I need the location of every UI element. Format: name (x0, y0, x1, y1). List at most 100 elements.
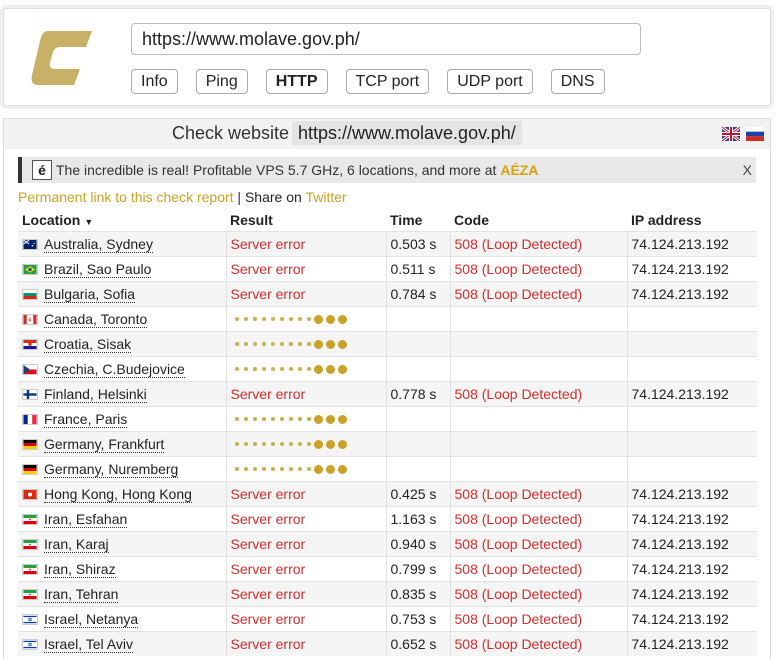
country-flag-icon (22, 463, 38, 475)
location-link[interactable]: Croatia, Sisak (44, 336, 132, 353)
code-cell: 508 (Loop Detected) (450, 556, 628, 582)
location-link[interactable]: Germany, Frankfurt (44, 436, 165, 453)
location-cell: Iran, Karaj (18, 531, 227, 557)
loading-dot-icon (288, 442, 293, 446)
time-cell: 0.425 s (386, 481, 451, 507)
loading-dot-icon (337, 314, 347, 324)
time-cell: 0.753 s (386, 606, 451, 632)
location-link[interactable]: Germany, Nuremberg (44, 461, 179, 478)
ip-cell (627, 406, 757, 432)
time-cell (386, 431, 451, 457)
loading-dot-icon (279, 342, 284, 346)
column-header-time: Time (390, 212, 423, 228)
location-link[interactable]: Australia, Sydney (44, 236, 153, 253)
result-cell: Server error (226, 556, 387, 582)
location-link[interactable]: Brazil, Sao Paulo (44, 261, 152, 278)
location-link[interactable]: Bulgaria, Sofia (44, 286, 136, 303)
site-logo[interactable] (30, 27, 94, 89)
time-cell (386, 356, 451, 382)
result-cell: Server error (226, 581, 387, 607)
loading-dot-icon (306, 317, 311, 321)
checked-url: https://www.molave.gov.ph/ (292, 121, 522, 145)
table-row: Iran, Tehran Server error 0.835 s 508 (Loop… (18, 581, 757, 607)
result-cell (226, 331, 387, 357)
table-row: Iran, Esfahan Server error 1.163 s 508 (Loo… (18, 506, 757, 532)
location-link[interactable]: Iran, Tehran (44, 586, 119, 603)
ad-brand[interactable]: AÉZA (500, 162, 538, 178)
column-header-location[interactable]: Location ▼ (18, 209, 226, 232)
location-cell: Iran, Esfahan (18, 506, 227, 532)
table-row: France, Paris (18, 406, 757, 432)
location-link[interactable]: Iran, Shiraz (44, 561, 116, 578)
report-links: Permanent link to this check report | Sh… (18, 189, 347, 205)
tab-info[interactable]: Info (131, 69, 178, 94)
location-link[interactable]: Czechia, C.Budejovice (44, 361, 185, 378)
table-row: Brazil, Sao Paulo Server error 0.511 s 508 … (18, 256, 757, 282)
table-row: Hong Kong, Hong Kong Server error 0.425 s5… (18, 481, 757, 507)
loading-dot-icon (325, 414, 335, 424)
tab-http[interactable]: HTTP (265, 69, 328, 94)
country-flag-icon (22, 563, 38, 575)
ip-cell: 74.124.213.192 (627, 281, 757, 307)
location-link[interactable]: Iran, Karaj (44, 536, 109, 553)
ad-close-button[interactable]: X (743, 157, 752, 183)
loading-dot-icon (261, 442, 266, 446)
table-row: Australia, Sydney Server error 0.503 s 508 … (18, 231, 757, 257)
loading-dot-icon (337, 439, 347, 449)
location-cell: Hong Kong, Hong Kong (18, 481, 227, 507)
loading-dot-icon (243, 442, 248, 446)
loading-dot-icon (261, 342, 266, 346)
country-flag-icon (22, 613, 38, 625)
loading-dot-icon (252, 367, 257, 371)
page-title: Check website (172, 123, 290, 143)
tab-ping[interactable]: Ping (195, 69, 248, 94)
location-cell: Brazil, Sao Paulo (18, 256, 227, 282)
loading-dot-icon (243, 467, 248, 471)
english-flag-icon[interactable] (722, 127, 740, 141)
ip-cell (627, 331, 757, 357)
check-type-tabs: Info Ping HTTP TCP port UDP port DNS (131, 69, 623, 94)
country-flag-icon (22, 638, 38, 650)
tab-dns[interactable]: DNS (550, 69, 605, 94)
tab-tcp-port[interactable]: TCP port (345, 69, 430, 94)
loading-dot-icon (234, 442, 239, 446)
tab-udp-port[interactable]: UDP port (447, 69, 533, 94)
twitter-link[interactable]: Twitter (305, 189, 346, 205)
loading-dot-icon (270, 342, 275, 346)
loading-dot-icon (306, 467, 311, 471)
url-input[interactable] (131, 23, 641, 55)
country-flag-icon (22, 513, 38, 525)
ad-banner[interactable]: é The incredible is real! Profitable VPS… (18, 157, 756, 183)
results-panel: Check website https://www.molave.gov.ph/… (3, 118, 771, 659)
location-cell: Croatia, Sisak (18, 331, 227, 357)
loading-dot-icon (297, 367, 302, 371)
location-link[interactable]: Iran, Esfahan (44, 511, 128, 528)
result-cell: Server error (226, 481, 387, 507)
location-cell: Iran, Tehran (18, 581, 227, 607)
russian-flag-icon[interactable] (746, 127, 764, 141)
location-link[interactable]: Canada, Toronto (44, 311, 148, 328)
location-cell: Israel, Netanya (18, 606, 227, 632)
location-link[interactable]: Hong Kong, Hong Kong (44, 486, 192, 503)
result-cell (226, 306, 387, 332)
location-link[interactable]: Finland, Helsinki (44, 386, 147, 403)
loading-dot-icon (270, 317, 275, 321)
time-cell (386, 406, 451, 432)
column-header-result: Result (230, 212, 273, 228)
loading-indicator (231, 439, 382, 449)
country-flag-icon (22, 363, 38, 375)
loading-dot-icon (313, 439, 323, 449)
loading-indicator (231, 339, 382, 349)
location-link[interactable]: Israel, Tel Aviv (44, 636, 133, 653)
code-cell: 508 (Loop Detected) (450, 506, 628, 532)
ip-cell: 74.124.213.192 (627, 531, 757, 557)
location-link[interactable]: Israel, Netanya (44, 611, 139, 628)
location-link[interactable]: France, Paris (44, 411, 128, 428)
loading-dot-icon (288, 342, 293, 346)
loading-indicator (231, 414, 382, 424)
sort-down-icon: ▼ (84, 217, 94, 227)
loading-dot-icon (279, 317, 284, 321)
loading-dot-icon (243, 367, 248, 371)
country-flag-icon (22, 413, 38, 425)
permanent-link[interactable]: Permanent link to this check report (18, 189, 234, 205)
